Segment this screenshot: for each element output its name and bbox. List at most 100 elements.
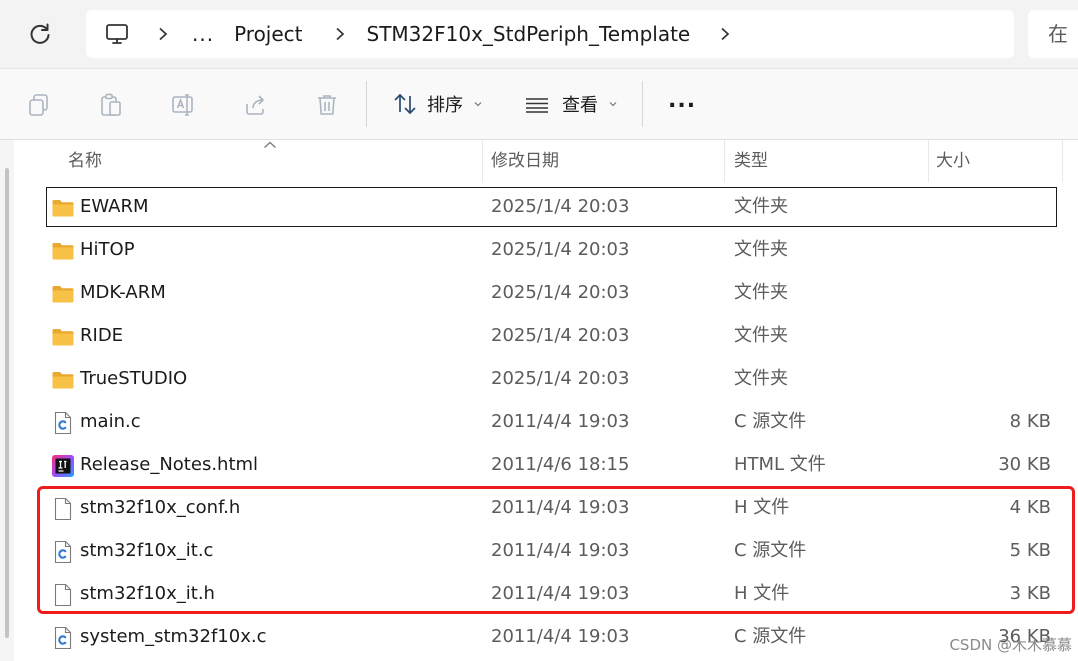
refresh-icon[interactable] [26, 20, 54, 48]
sort-label: 排序 [427, 95, 463, 116]
file-row[interactable]: system_stm32f10x.c 2011/4/4 19:03 C 源文件 36 … [46, 617, 1057, 657]
file-name: main.c [80, 411, 141, 432]
h-file-icon [51, 497, 75, 521]
file-type: H 文件 [734, 583, 790, 604]
paste-icon[interactable] [98, 92, 124, 118]
file-name: TrueSTUDIO [80, 368, 188, 389]
folder-icon [51, 282, 75, 306]
share-icon[interactable] [242, 92, 268, 118]
file-date-modified: 2011/4/4 19:03 [491, 626, 630, 647]
file-row[interactable]: stm32f10x_it.h 2011/4/4 19:03 H 文件 3 KB [46, 574, 1057, 614]
file-type: 文件夹 [734, 239, 788, 260]
c-file-icon [51, 540, 75, 564]
column-size[interactable]: 大小 [936, 140, 970, 182]
file-date-modified: 2025/1/4 20:03 [491, 196, 630, 217]
file-date-modified: 2011/4/4 19:03 [491, 411, 630, 432]
chevron-right-icon[interactable] [156, 27, 170, 41]
folder-icon [51, 368, 75, 392]
file-name: system_stm32f10x.c [80, 626, 267, 647]
file-name: Release_Notes.html [80, 454, 259, 475]
file-name: HiTOP [80, 239, 135, 260]
folder-icon [51, 239, 75, 263]
column-header: 名称 修改日期 类型 大小 [46, 140, 1066, 182]
file-date-modified: 2025/1/4 20:03 [491, 239, 630, 260]
breadcrumb-overflow[interactable]: ... [192, 22, 214, 46]
file-size: 4 KB [1009, 497, 1051, 518]
chevron-down-icon [474, 102, 482, 107]
view-label: 查看 [562, 95, 598, 116]
sort-icon [394, 93, 416, 115]
file-row[interactable]: EWARM 2025/1/4 20:03 文件夹 [46, 187, 1057, 227]
file-date-modified: 2011/4/4 19:03 [491, 540, 630, 561]
file-name: EWARM [80, 196, 149, 217]
html-file-icon [51, 454, 75, 478]
rename-icon[interactable] [170, 92, 196, 118]
file-row[interactable]: MDK-ARM 2025/1/4 20:03 文件夹 [46, 273, 1057, 313]
navigation-pane-scrollbar[interactable] [0, 140, 14, 661]
scrollbar-thumb[interactable] [5, 168, 9, 638]
breadcrumb-item-project[interactable]: Project [234, 22, 302, 46]
file-date-modified: 2011/4/6 18:15 [491, 454, 630, 475]
file-name: stm32f10x_it.h [80, 583, 215, 604]
file-date-modified: 2011/4/4 19:03 [491, 583, 630, 604]
file-type: HTML 文件 [734, 454, 826, 475]
sort-button[interactable]: 排序 [392, 69, 483, 139]
file-name: stm32f10x_conf.h [80, 497, 241, 518]
watermark: CSDN @木木慕慕 [949, 636, 1072, 654]
command-bar: 排序 查看 ... [0, 69, 1078, 140]
file-row[interactable]: main.c 2011/4/4 19:03 C 源文件 8 KB [46, 402, 1057, 442]
file-date-modified: 2025/1/4 20:03 [491, 282, 630, 303]
folder-icon [51, 196, 75, 220]
search-input[interactable]: 在 [1028, 10, 1078, 58]
copy-icon[interactable] [26, 92, 52, 118]
column-divider[interactable] [724, 140, 725, 182]
toolbar-divider [642, 81, 643, 127]
column-name[interactable]: 名称 [68, 140, 102, 182]
file-date-modified: 2025/1/4 20:03 [491, 325, 630, 346]
column-type[interactable]: 类型 [734, 140, 768, 182]
file-name: stm32f10x_it.c [80, 540, 214, 561]
file-type: 文件夹 [734, 282, 788, 303]
file-size: 3 KB [1009, 583, 1051, 604]
column-divider[interactable] [482, 140, 483, 182]
view-button[interactable]: 查看 [524, 69, 618, 139]
toolbar-divider [366, 81, 367, 127]
chevron-right-icon[interactable] [718, 27, 732, 41]
sort-ascending-icon [264, 141, 276, 148]
file-date-modified: 2025/1/4 20:03 [491, 368, 630, 389]
file-type: 文件夹 [734, 325, 788, 346]
file-row[interactable]: TrueSTUDIO 2025/1/4 20:03 文件夹 [46, 359, 1057, 399]
column-divider[interactable] [928, 140, 929, 182]
file-size: 8 KB [1009, 411, 1051, 432]
breadcrumb-item-template[interactable]: STM32F10x_StdPeriph_Template [367, 22, 691, 46]
file-row[interactable]: HiTOP 2025/1/4 20:03 文件夹 [46, 230, 1057, 270]
file-size: 5 KB [1009, 540, 1051, 561]
file-size: 30 KB [998, 454, 1051, 475]
file-type: C 源文件 [734, 411, 807, 432]
file-type: 文件夹 [734, 368, 788, 389]
delete-icon[interactable] [314, 92, 340, 118]
file-name: RIDE [80, 325, 124, 346]
view-icon [526, 98, 548, 113]
column-date-modified[interactable]: 修改日期 [491, 140, 559, 182]
file-date-modified: 2011/4/4 19:03 [491, 497, 630, 518]
breadcrumb[interactable]: ... Project STM32F10x_StdPeriph_Template [86, 10, 1014, 58]
file-row[interactable]: stm32f10x_it.c 2011/4/4 19:03 C 源文件 5 KB [46, 531, 1057, 571]
file-type: H 文件 [734, 497, 790, 518]
file-name: MDK-ARM [80, 282, 166, 303]
c-file-icon [51, 626, 75, 650]
c-file-icon [51, 411, 75, 435]
h-file-icon [51, 583, 75, 607]
file-row[interactable]: Release_Notes.html 2011/4/6 18:15 HTML 文件 3… [46, 445, 1057, 485]
folder-icon [51, 325, 75, 349]
column-divider[interactable] [1062, 140, 1063, 182]
file-type: 文件夹 [734, 196, 788, 217]
file-row[interactable]: RIDE 2025/1/4 20:03 文件夹 [46, 316, 1057, 356]
computer-icon[interactable] [104, 21, 130, 47]
chevron-down-icon [609, 102, 617, 107]
file-row[interactable]: stm32f10x_conf.h 2011/4/4 19:03 H 文件 4 KB [46, 488, 1057, 528]
address-bar: ... Project STM32F10x_StdPeriph_Template… [0, 0, 1078, 69]
file-type: C 源文件 [734, 540, 807, 561]
chevron-right-icon[interactable] [333, 27, 347, 41]
more-options-button[interactable]: ... [668, 65, 696, 135]
